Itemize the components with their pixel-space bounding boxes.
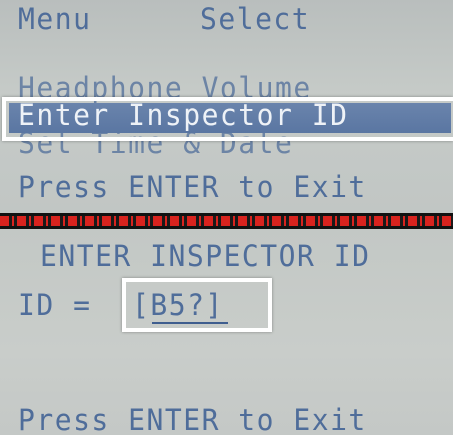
inspector-id-heading: ENTER INSPECTOR ID <box>40 238 371 274</box>
callout-id-field <box>122 278 272 332</box>
exit-hint: Press ENTER to Exit <box>18 169 367 205</box>
screen-divider <box>0 213 453 229</box>
exit-hint-bottom: Press ENTER to Exit <box>18 402 367 435</box>
id-label: ID = <box>18 287 92 323</box>
select-title: Select <box>200 1 311 37</box>
menu-title: Menu <box>18 1 92 37</box>
device-lcd-screenshot: Menu Select Headphone Volume Set Time & … <box>0 0 453 435</box>
callout-selected-item <box>2 97 453 141</box>
